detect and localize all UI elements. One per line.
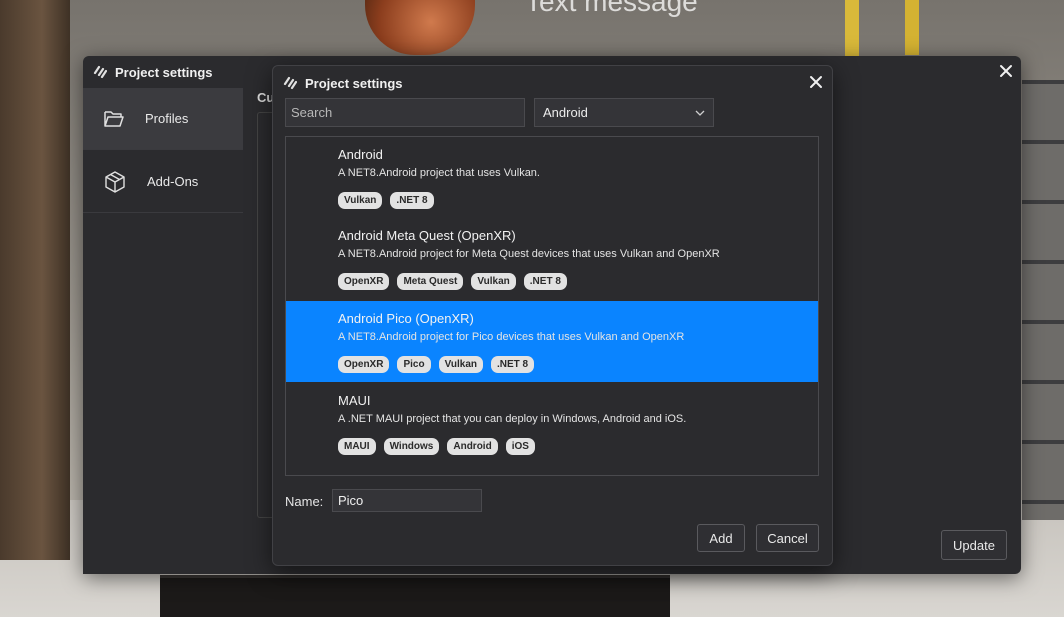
sidebar-item-add-ons[interactable]: Add-Ons	[83, 151, 243, 213]
sidebar-item-profiles[interactable]: Profiles	[83, 88, 243, 150]
template-description: A NET8.Android project for Meta Quest de…	[338, 248, 720, 260]
sidebar-item-label: Profiles	[145, 111, 189, 126]
tag: Windows	[383, 438, 440, 455]
scene-pillar	[0, 0, 70, 560]
template-item-android-meta-quest[interactable]: Android Meta Quest (OpenXR) A NET8.Andro…	[286, 218, 818, 299]
scene-shelf	[1022, 80, 1064, 520]
sidebar-item-label: Add-Ons	[147, 174, 199, 189]
template-description: A NET8.Android project for Pico devices …	[338, 331, 685, 343]
tag: .NET 8	[523, 273, 567, 290]
template-item-android[interactable]: Android A NET8.Android project that uses…	[286, 137, 818, 218]
chevron-down-icon	[695, 110, 705, 116]
template-description: A NET8.Android project that uses Vulkan.	[338, 167, 540, 179]
dialog-title: Project settings	[305, 75, 403, 91]
tag: Vulkan	[338, 192, 383, 209]
template-title: MAUI	[338, 393, 371, 408]
template-description: A .NET MAUI project that you can deploy …	[338, 413, 687, 425]
dialog-header: Project settings	[283, 74, 403, 92]
tag: Vulkan	[438, 356, 483, 373]
close-icon[interactable]	[807, 73, 825, 91]
template-tags: MAUI Windows Android iOS	[338, 438, 535, 455]
settings-sidebar: Profiles Add-Ons	[83, 88, 243, 574]
tag: Pico	[397, 356, 431, 373]
folder-icon	[104, 110, 124, 127]
tag: Meta Quest	[397, 273, 464, 290]
template-list[interactable]: Android A NET8.Android project that uses…	[285, 136, 819, 476]
add-button[interactable]: Add	[697, 524, 745, 552]
back-dialog-header: Project settings	[83, 56, 243, 88]
search-input[interactable]	[285, 98, 525, 127]
template-tags: OpenXR Pico Vulkan .NET 8	[338, 356, 535, 373]
update-button[interactable]: Update	[941, 530, 1007, 560]
template-title: Android Meta Quest (OpenXR)	[338, 228, 516, 243]
template-item-android-pico[interactable]: Android Pico (OpenXR) A NET8.Android pro…	[286, 301, 818, 382]
tag: MAUI	[338, 438, 376, 455]
tag: Vulkan	[471, 273, 516, 290]
template-title: Android	[338, 147, 383, 162]
tag: Android	[447, 438, 498, 455]
tag: iOS	[505, 438, 535, 455]
project-settings-dialog: Project settings Android Android A NET8.…	[272, 65, 833, 566]
scene-table	[160, 575, 670, 617]
template-tags: OpenXR Meta Quest Vulkan .NET 8	[338, 273, 567, 290]
name-field[interactable]	[332, 489, 482, 512]
scene-pipe	[905, 0, 919, 55]
back-dialog-title: Project settings	[115, 64, 213, 80]
name-label: Name:	[285, 494, 324, 509]
cancel-button[interactable]: Cancel	[756, 524, 819, 552]
close-icon[interactable]	[997, 62, 1015, 80]
template-item-maui[interactable]: MAUI A .NET MAUI project that you can de…	[286, 383, 818, 464]
tag: .NET 8	[390, 192, 434, 209]
platform-select[interactable]: Android	[534, 98, 714, 127]
app-logo-icon	[283, 76, 297, 90]
template-tags: Vulkan .NET 8	[338, 192, 434, 209]
platform-select-value: Android	[543, 105, 588, 120]
cube-icon	[105, 170, 125, 193]
tag: .NET 8	[491, 356, 535, 373]
app-logo-icon	[93, 65, 107, 79]
tag: OpenXR	[338, 273, 390, 290]
tag: OpenXR	[338, 356, 390, 373]
template-title: Android Pico (OpenXR)	[338, 311, 474, 326]
scene-text-message: Text message	[525, 0, 698, 17]
